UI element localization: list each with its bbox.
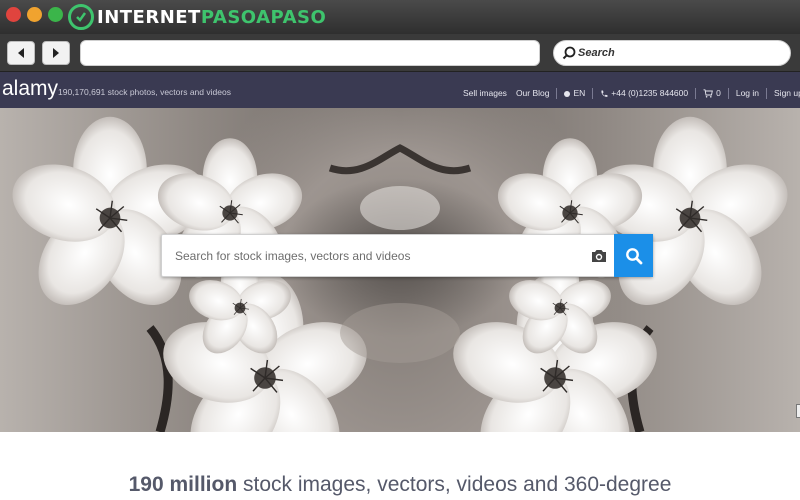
hero-search-input[interactable] (162, 235, 582, 276)
nav-divider (727, 87, 729, 99)
browser-toolbar: Search (0, 34, 800, 72)
forward-button[interactable] (42, 41, 70, 65)
nav-our-blog[interactable]: Our Blog (516, 88, 550, 98)
nav-sell-images[interactable]: Sell images (463, 88, 507, 98)
nav-divider (695, 87, 697, 99)
hero-search-bar (161, 234, 653, 277)
camera-icon[interactable] (590, 248, 608, 264)
address-bar[interactable] (80, 40, 540, 66)
search-icon (625, 247, 642, 264)
browser-search-field[interactable]: Search (553, 40, 791, 66)
brand-name-part1: INTERNET (97, 6, 201, 28)
hero-search-button[interactable] (614, 234, 653, 277)
globe-icon (564, 90, 571, 97)
nav-log-in[interactable]: Log in (736, 88, 759, 98)
nav-language[interactable]: EN (564, 88, 585, 98)
close-window-button[interactable] (6, 7, 21, 22)
cart-icon (703, 89, 713, 98)
browser-search-placeholder: Search (578, 47, 615, 59)
nav-phone[interactable]: +44 (0)1235 844600 (600, 88, 688, 98)
brand-watermark: INTERNET PASOAPASO (68, 4, 326, 30)
cart-count: 0 (716, 87, 721, 98)
back-button[interactable] (7, 41, 35, 65)
nav-language-label: EN (573, 88, 586, 98)
nav-sign-up[interactable]: Sign up (774, 88, 800, 98)
headline-bold: 190 million (128, 473, 238, 496)
nav-cart[interactable]: 0 (703, 88, 721, 98)
site-nav-links: Sell images Our Blog EN +44 (0)1235 8446… (463, 87, 800, 99)
site-tagline: 190,170,691 stock photos, vectors and vi… (58, 87, 231, 97)
headline-rest: stock images, vectors, videos and 360-de… (237, 473, 672, 496)
phone-icon (601, 90, 608, 97)
maximize-window-button[interactable] (48, 7, 63, 22)
brand-logo-icon (68, 4, 94, 30)
nav-divider (556, 87, 558, 99)
back-arrow-icon (18, 48, 24, 58)
nav-divider (766, 87, 768, 99)
minimize-window-button[interactable] (27, 7, 42, 22)
brand-name-part2: PASOAPASO (200, 6, 327, 28)
site-logo[interactable]: alamy (2, 77, 58, 101)
window-titlebar: INTERNET PASOAPASO (0, 0, 800, 34)
site-header: alamy 190,170,691 stock photos, vectors … (0, 72, 800, 108)
page-headline: 190 million stock images, vectors, video… (0, 473, 800, 497)
nav-divider (592, 87, 594, 99)
feedback-tab[interactable] (796, 404, 800, 418)
nav-phone-number: +44 (0)1235 844600 (611, 88, 689, 98)
search-icon (562, 46, 576, 60)
forward-arrow-icon (53, 48, 59, 58)
